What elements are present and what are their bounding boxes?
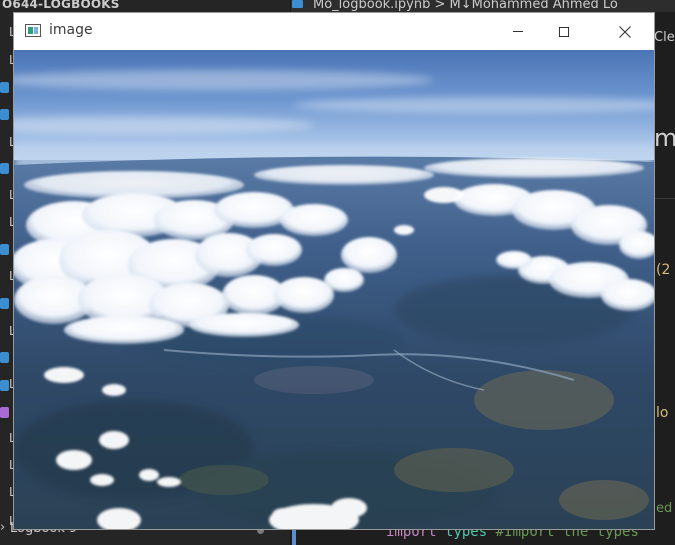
notebook-icon: [0, 298, 9, 309]
breadcrumb[interactable]: Mo_logbook.ipynb > M↓Mohammed Ahmed Lo: [313, 0, 618, 12]
sidebar-item[interactable]: L: [0, 458, 16, 474]
aerial-photo: [14, 50, 654, 529]
sidebar-item[interactable]: [0, 109, 14, 123]
close-button[interactable]: [602, 13, 648, 50]
comment-fragment: ed: [656, 501, 673, 516]
sidebar-item[interactable]: L: [0, 53, 16, 69]
sidebar-item[interactable]: [0, 380, 14, 394]
sidebar-item[interactable]: [0, 352, 14, 366]
code-fragment: (2: [656, 262, 671, 278]
minimize-icon: [513, 31, 523, 32]
clear-outputs-button[interactable]: Clea: [654, 30, 675, 45]
image-window[interactable]: image: [13, 12, 655, 530]
notebook-cell-border: [655, 198, 675, 529]
notebook-icon: [0, 109, 9, 120]
sidebar-item[interactable]: [0, 82, 14, 96]
window-title: image: [49, 22, 93, 38]
notebook-icon: [0, 244, 9, 255]
maximize-button[interactable]: [541, 13, 587, 50]
code-fragment: lo: [656, 405, 669, 421]
notebook-icon: [292, 0, 303, 8]
sidebar-item[interactable]: L: [0, 269, 16, 285]
notebook-icon: [0, 380, 9, 391]
sidebar-item[interactable]: L: [0, 485, 16, 501]
close-icon: [619, 25, 631, 38]
sidebar-item[interactable]: L: [0, 25, 16, 41]
sidebar-item[interactable]: [0, 407, 14, 421]
window-titlebar[interactable]: image: [14, 13, 654, 50]
maximize-icon: [559, 26, 569, 37]
chevron-right-icon: ›: [0, 520, 6, 535]
sidebar-item[interactable]: [0, 244, 14, 258]
image-app-icon: [25, 24, 41, 37]
notebook-icon: [0, 82, 9, 93]
sidebar-item[interactable]: L: [0, 431, 16, 447]
notebook-icon: [0, 163, 9, 174]
sidebar-item[interactable]: [0, 163, 14, 177]
minimize-button[interactable]: [495, 13, 541, 50]
aerial-clouds-landscape: [14, 50, 654, 529]
notebook-icon: [0, 352, 9, 363]
image-file-icon: [0, 407, 9, 418]
sidebar-item[interactable]: [0, 298, 14, 312]
sidebar-item[interactable]: L: [0, 188, 16, 204]
sidebar-item[interactable]: L: [0, 135, 16, 151]
sidebar-item[interactable]: L: [0, 215, 16, 231]
scrollbar-thumb[interactable]: [292, 528, 296, 545]
markdown-heading-fragment: m: [654, 124, 675, 152]
sidebar-item[interactable]: L: [0, 324, 16, 340]
